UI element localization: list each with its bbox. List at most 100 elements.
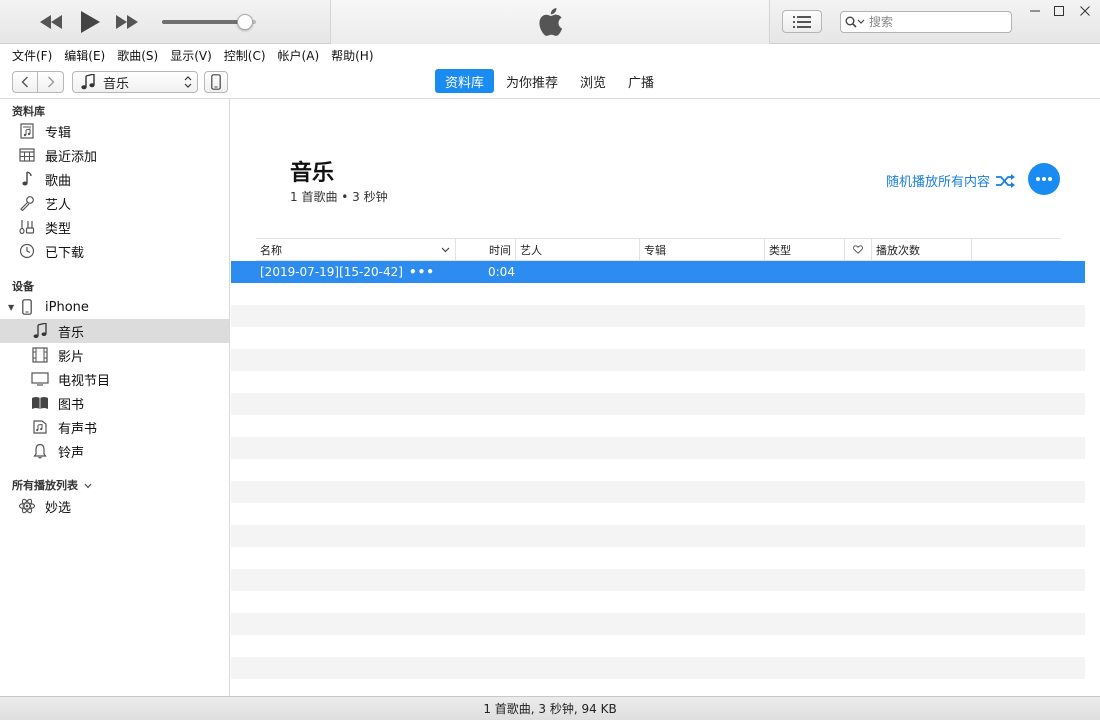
song-actions-ellipsis-icon[interactable]: ••• bbox=[409, 265, 435, 279]
up-next-list-button[interactable] bbox=[782, 10, 822, 33]
empty-row bbox=[231, 635, 1085, 657]
volume-slider-fill bbox=[162, 20, 245, 24]
column-header-album[interactable]: 专辑 bbox=[640, 239, 765, 260]
status-display bbox=[330, 0, 770, 44]
maximize-button[interactable] bbox=[1046, 2, 1072, 20]
menu-song[interactable]: 歌曲(S) bbox=[111, 47, 164, 64]
shuffle-all-button[interactable]: 随机播放所有内容 bbox=[886, 171, 1016, 190]
tab-for-you[interactable]: 为你推荐 bbox=[496, 69, 568, 93]
sidebar-item-label: 图书 bbox=[58, 397, 85, 413]
minimize-button[interactable] bbox=[1022, 2, 1048, 20]
sidebar-item-device-movies[interactable]: 影片 bbox=[0, 343, 229, 367]
album-icon bbox=[18, 122, 36, 140]
main-content: 音乐 1 首歌曲 • 3 秒钟 随机播放所有内容 名称 时间 艺人 专辑 类型 … bbox=[231, 99, 1100, 696]
rewind-icon bbox=[40, 15, 62, 29]
forward-button[interactable] bbox=[38, 71, 64, 93]
play-button[interactable] bbox=[78, 9, 102, 35]
playlists-section-header[interactable]: 所有播放列表 bbox=[12, 477, 92, 493]
menu-controls[interactable]: 控制(C) bbox=[218, 47, 272, 64]
sidebar-item-downloaded[interactable]: 已下载 bbox=[0, 239, 229, 263]
column-header-love[interactable] bbox=[845, 239, 872, 260]
back-button[interactable] bbox=[12, 71, 38, 93]
media-kind-select[interactable]: 音乐 bbox=[72, 71, 198, 93]
close-window-button[interactable] bbox=[1072, 2, 1098, 20]
sidebar-item-device-books[interactable]: 图书 bbox=[0, 391, 229, 415]
more-options-button[interactable] bbox=[1028, 163, 1060, 195]
sidebar-item-label: 妙选 bbox=[45, 500, 72, 516]
audiobook-icon bbox=[31, 418, 49, 436]
sidebar-item-label: 电视节目 bbox=[58, 373, 111, 389]
tab-library[interactable]: 资料库 bbox=[435, 69, 495, 93]
close-icon bbox=[1080, 6, 1090, 16]
sidebar-item-albums[interactable]: 专辑 bbox=[0, 119, 229, 143]
empty-row bbox=[231, 283, 1085, 305]
column-header-artist[interactable]: 艺人 bbox=[516, 239, 640, 260]
minimize-icon bbox=[1030, 10, 1040, 12]
sidebar-item-recently-added[interactable]: 最近添加 bbox=[0, 143, 229, 167]
player-bar bbox=[0, 0, 1100, 44]
calendar-grid-icon bbox=[18, 146, 36, 164]
iphone-icon bbox=[211, 74, 221, 90]
sidebar-item-label: 专辑 bbox=[45, 125, 72, 141]
song-time: 0:04 bbox=[488, 265, 515, 279]
device-button[interactable] bbox=[204, 71, 228, 93]
list-icon bbox=[793, 15, 811, 28]
empty-row bbox=[231, 569, 1085, 591]
sidebar-item-device-music[interactable]: 音乐 bbox=[0, 319, 229, 343]
empty-row bbox=[231, 503, 1085, 525]
download-clock-icon bbox=[18, 242, 36, 260]
table-row[interactable]: [2019-07-19][15-20-42] ••• 0:04 bbox=[231, 261, 1085, 283]
heart-icon bbox=[853, 245, 863, 254]
sidebar-item-iphone[interactable]: iPhone bbox=[0, 295, 229, 319]
empty-row bbox=[231, 613, 1085, 635]
chevron-right-icon bbox=[47, 76, 54, 88]
menu-edit[interactable]: 编辑(E) bbox=[58, 47, 111, 64]
play-icon bbox=[81, 11, 100, 33]
page-subtitle: 1 首歌曲 • 3 秒钟 bbox=[290, 190, 388, 204]
sidebar-item-genius[interactable]: 妙选 bbox=[0, 494, 229, 518]
menu-file[interactable]: 文件(F) bbox=[6, 47, 58, 64]
empty-row bbox=[231, 305, 1085, 327]
navigation-bar: 音乐 资料库 为你推荐 浏览 广播 bbox=[0, 66, 1100, 99]
column-header-genre[interactable]: 类型 bbox=[765, 239, 845, 260]
volume-slider-knob[interactable] bbox=[236, 14, 253, 30]
music-note-icon bbox=[18, 170, 36, 188]
empty-row bbox=[231, 459, 1085, 481]
column-header-name[interactable]: 名称 bbox=[256, 239, 456, 260]
menu-help[interactable]: 帮助(H) bbox=[325, 47, 379, 64]
sidebar-item-device-tones[interactable]: 铃声 bbox=[0, 439, 229, 463]
genre-icon bbox=[18, 218, 36, 236]
next-track-button[interactable] bbox=[114, 11, 140, 33]
tab-browse[interactable]: 浏览 bbox=[570, 69, 616, 93]
previous-track-button[interactable] bbox=[38, 11, 64, 33]
column-header-time[interactable]: 时间 bbox=[456, 239, 516, 260]
sidebar-item-genres[interactable]: 类型 bbox=[0, 215, 229, 239]
chevron-left-icon bbox=[21, 76, 28, 88]
sidebar-item-device-tv-shows[interactable]: 电视节目 bbox=[0, 367, 229, 391]
genius-atom-icon bbox=[18, 497, 36, 515]
chevron-down-icon bbox=[84, 483, 92, 489]
menu-view[interactable]: 显示(V) bbox=[164, 47, 218, 64]
song-table-header: 名称 时间 艺人 专辑 类型 播放次数 bbox=[256, 238, 1061, 261]
shuffle-icon bbox=[996, 173, 1016, 188]
empty-row bbox=[231, 525, 1085, 547]
book-icon bbox=[31, 394, 49, 412]
menu-account[interactable]: 帐户(A) bbox=[272, 47, 326, 64]
sidebar-item-label: 影片 bbox=[58, 349, 85, 365]
sidebar-item-label: 艺人 bbox=[45, 197, 72, 213]
search-field[interactable] bbox=[840, 11, 1012, 33]
page-title: 音乐 bbox=[290, 161, 335, 186]
sidebar-item-artists[interactable]: 艺人 bbox=[0, 191, 229, 215]
sidebar-item-device-audiobooks[interactable]: 有声书 bbox=[0, 415, 229, 439]
sidebar-item-songs[interactable]: 歌曲 bbox=[0, 167, 229, 191]
search-input[interactable] bbox=[869, 15, 999, 29]
music-note-icon bbox=[81, 74, 95, 90]
sidebar: 资料库 专辑 最近添加 歌曲 艺人 类型 已下载 设备 ▼ iPhone 音乐 … bbox=[0, 99, 230, 696]
microphone-icon bbox=[18, 194, 36, 212]
empty-row bbox=[231, 371, 1085, 393]
column-header-plays[interactable]: 播放次数 bbox=[872, 239, 972, 260]
sidebar-item-label: 最近添加 bbox=[45, 149, 98, 165]
volume-slider[interactable] bbox=[162, 14, 256, 30]
tab-radio[interactable]: 广播 bbox=[618, 69, 664, 93]
shuffle-all-label: 随机播放所有内容 bbox=[886, 175, 991, 190]
